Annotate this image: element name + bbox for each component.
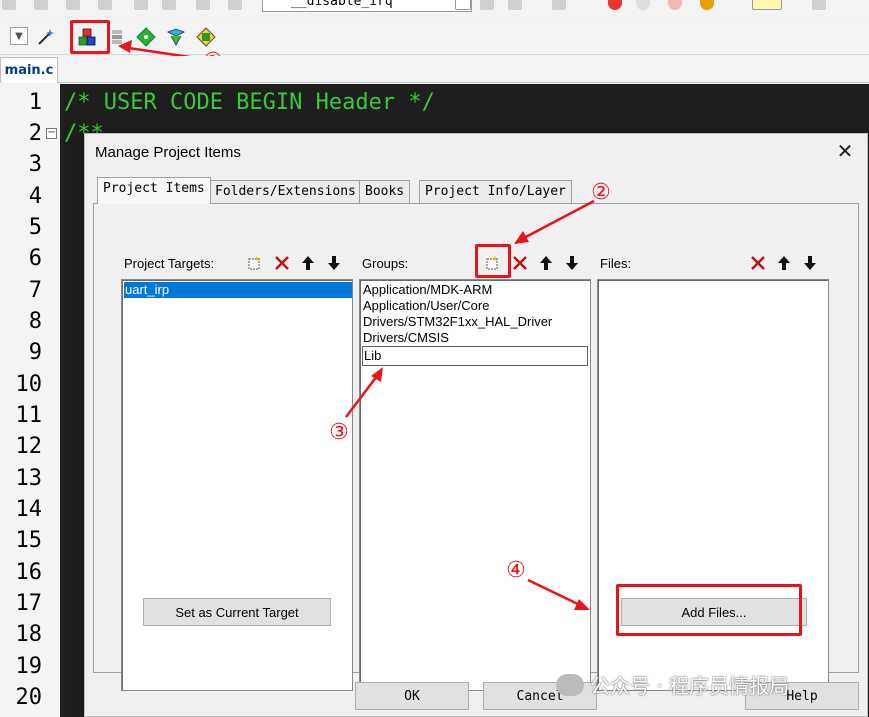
targets-label: Project Targets: [124,256,215,271]
groups-label: Groups: [362,256,409,271]
new-target-icon[interactable] [243,252,265,274]
delete-icon[interactable] [509,252,531,274]
list-item[interactable]: uart_irp [124,282,352,298]
line-number: 17 [15,591,43,616]
dialog-title: Manage Project Items [95,144,241,161]
line-number: 15 [15,528,43,553]
annotation-number-3: ③ [329,420,349,445]
delete-icon[interactable] [747,252,769,274]
line-number: 11 [15,403,43,428]
annotation-box-4 [616,584,802,636]
list-item[interactable]: Drivers/CMSIS [362,330,449,346]
code-line-1: /* USER CODE BEGIN Header */ [64,90,435,115]
list-item[interactable]: Application/User/Core [362,298,489,314]
line-number: 1 [28,90,42,115]
line-number: 16 [15,560,43,585]
move-down-icon[interactable] [561,252,583,274]
line-number: 20 [15,685,43,710]
watermark-text: 公众号 · 程序员情报局 [590,674,790,698]
tab-label: main.c [4,63,54,78]
line-number: 9 [28,340,42,365]
line-number: 12 [15,434,43,459]
list-item[interactable]: Drivers/STM32F1xx_HAL_Driver [362,314,552,330]
groups-list[interactable]: Application/MDK-ARM Application/User/Cor… [359,279,591,691]
tab-main-c[interactable]: main.c [0,57,58,83]
line-number: 19 [15,654,43,679]
annotation-number-4: ④ [506,558,526,583]
tab-project-items[interactable]: Project Items [97,177,211,204]
line-number: 10 [15,372,43,397]
line-number: 6 [28,246,42,271]
tab-project-info-layer[interactable]: Project Info/Layer [419,180,572,203]
list-item-editing[interactable]: Lib [362,346,588,366]
line-number: 7 [28,278,42,303]
line-number: 5 [28,215,42,240]
move-down-icon[interactable] [799,252,821,274]
move-up-icon[interactable] [773,252,795,274]
wechat-logo-icon [556,673,584,696]
tab-folders-extensions[interactable]: Folders/Extensions [209,180,362,203]
list-item[interactable]: Application/MDK-ARM [362,282,492,298]
move-down-icon[interactable] [323,252,345,274]
line-number: 13 [15,466,43,491]
files-header: Files: [597,251,829,277]
ok-button[interactable]: OK [355,682,469,710]
fold-toggle-icon[interactable]: − [46,128,57,139]
set-current-target-button[interactable]: Set as Current Target [143,598,331,626]
tab-books[interactable]: Books [359,180,411,203]
annotation-number-2: ② [591,180,611,205]
line-number: 14 [15,497,43,522]
line-number: 3 [28,152,42,177]
move-up-icon[interactable] [297,252,319,274]
annotation-box-2 [475,244,511,278]
file-tab-strip: main.c [0,56,869,83]
line-number: 18 [15,622,43,647]
targets-header: Project Targets: [121,251,353,277]
watermark: 公众号 · 程序员情报局 [556,670,789,699]
delete-icon[interactable] [271,252,293,274]
move-up-icon[interactable] [535,252,557,274]
line-number-gutter: 1 2 3 4 5 6 7 8 9 10 11 12 13 14 15 16 1… [0,84,60,717]
targets-list[interactable]: uart_irp [121,279,353,691]
files-label: Files: [600,256,632,271]
close-icon[interactable]: ✕ [833,140,857,164]
line-number: 8 [28,309,42,334]
line-number: 4 [28,184,42,209]
line-number: 2 [28,121,42,146]
